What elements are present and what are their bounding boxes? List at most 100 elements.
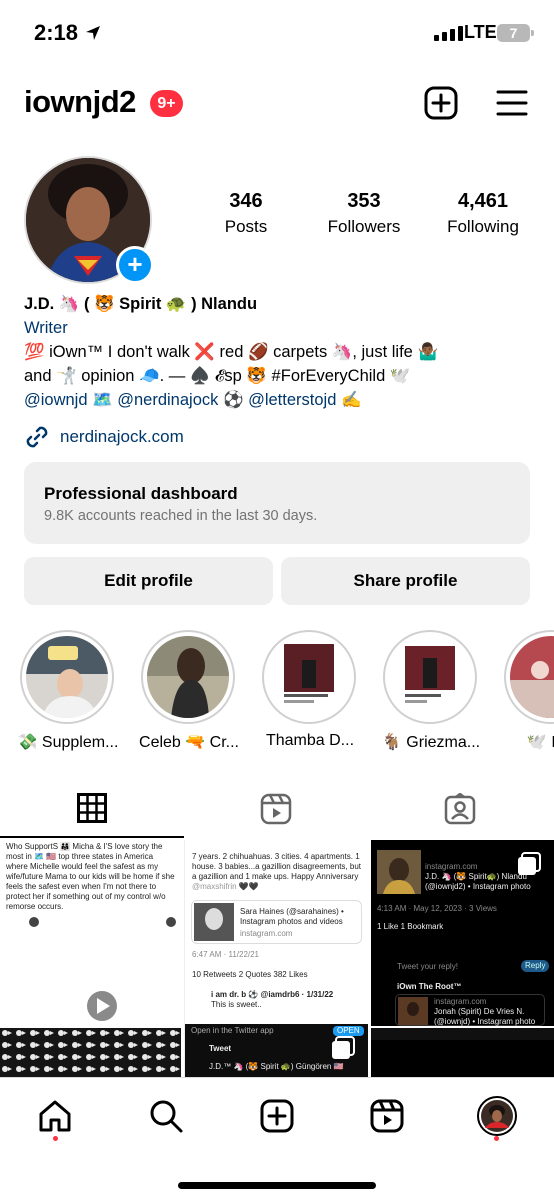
location-arrow-icon [86, 26, 100, 40]
profile-avatar-icon [477, 1096, 517, 1136]
highlight-label: Thamba D... [265, 732, 355, 749]
tweet-author: J.D.™ 🦄 (🐯 Spirit 🐢) Güngören 🇺🇸 [209, 1062, 344, 1071]
status-time: 2:18 [34, 20, 79, 45]
tab-posts-grid[interactable] [0, 780, 184, 838]
home-icon [39, 1100, 71, 1132]
tab-tagged[interactable] [368, 780, 552, 838]
post-time: 4:13 AM · May 12, 2023 · 3 Views [377, 904, 497, 913]
highlight-label: 🐐 Griezma... [381, 734, 481, 751]
dashboard-subtitle: 9.8K accounts reached in the last 30 day… [44, 508, 318, 524]
profile-avatar-container[interactable]: + [24, 156, 154, 284]
following-count[interactable]: 4,461 Following [438, 190, 528, 237]
battery-level: 7 [509, 25, 518, 41]
post-domain: instagram.com [425, 862, 478, 871]
profile-header: iownjd2 9+ [0, 80, 554, 128]
dashboard-title: Professional dashboard [44, 484, 238, 503]
reply-text: This is sweet.. [211, 1000, 262, 1009]
post-thumbnail[interactable]: instagram.com J.D. 🦄 (🐯 Spirit🐢) Nlandu … [371, 840, 554, 1026]
reply-button[interactable]: Reply [521, 960, 550, 972]
profile-activity-dot [494, 1136, 499, 1141]
following-count-label: Following [447, 217, 519, 236]
nav-create[interactable] [257, 1096, 297, 1136]
link-card: Sara Haines (@sarahaines) • Instagram ph… [191, 900, 362, 944]
add-story-button[interactable]: + [116, 246, 154, 284]
battery-icon: 7 [497, 24, 534, 42]
posts-count-value: 346 [229, 190, 263, 212]
followers-count-label: Followers [327, 217, 401, 236]
profile-link-text[interactable]: nerdinajock.com [60, 427, 184, 447]
multi-post-icon [518, 852, 541, 875]
post-caption-text: 7 years. 2 chihuahuas. 3 cities. 4 apart… [192, 852, 361, 881]
highlight-item[interactable]: Thamba D... [262, 630, 358, 750]
home-activity-dot [53, 1136, 58, 1141]
menu-icon[interactable] [496, 88, 528, 118]
highlight-cover[interactable] [20, 630, 114, 724]
profile-category[interactable]: Writer [24, 316, 534, 340]
tab-reels[interactable] [184, 780, 368, 838]
post-thumbnail[interactable] [371, 1028, 554, 1077]
reply-author: i am dr. b ⚽ @iamdrb6 · 1/31/22 [211, 990, 334, 999]
post-thumbnail[interactable]: 7 years. 2 chihuahuas. 3 cities. 4 apart… [184, 840, 368, 1077]
post-thumbnail[interactable] [0, 1028, 181, 1077]
share-profile-button[interactable]: Share profile [281, 557, 530, 605]
reels-icon [260, 793, 292, 825]
link-card: instagram.com Jonah (Spirit) De Vries N.… [395, 994, 545, 1026]
post-stats: 1 Like 1 Bookmark [377, 922, 444, 931]
posts-count-label: Posts [224, 217, 268, 236]
posts-count[interactable]: 346 Posts [206, 190, 286, 237]
bio-line: and 🤺 opinion 🧢. — ♠️ 𝓔sp 🐯 #ForEveryChi… [24, 367, 411, 385]
profile-link[interactable]: nerdinajock.com [24, 424, 184, 450]
highlight-cover[interactable] [383, 630, 477, 724]
twitter-app-banner: Open in the Twitter app OPEN Tweet J.D.™… [185, 1024, 368, 1077]
multi-post-icon [332, 1036, 355, 1059]
status-bar: 2:18 LTE 7 [0, 0, 554, 68]
tweet-header: Tweet [209, 1044, 232, 1053]
highlight-cover[interactable] [141, 630, 235, 724]
display-name: J.D. 🦄 ( 🐯 Spirit 🐢 ) Nlandu [24, 295, 258, 313]
add-post-icon [260, 1099, 294, 1133]
post-author: iOwn The Root™ [397, 982, 462, 991]
professional-dashboard[interactable]: Professional dashboard 9.8K accounts rea… [24, 462, 530, 544]
open-app-text: Open in the Twitter app [191, 1026, 274, 1035]
nav-reels[interactable] [367, 1096, 407, 1136]
highlight-label: Celeb 🔫 Cr... [139, 734, 239, 751]
following-count-value: 4,461 [457, 190, 509, 212]
bio-mentions[interactable]: @iownjd 🗺️ @nerdinajock ⚽ @letterstojd ✍… [24, 388, 534, 412]
reply-prompt: Tweet your reply! [397, 962, 458, 971]
network-type: LTE [464, 22, 497, 42]
highlight-label: 🕊️ Indi [526, 734, 554, 751]
link-card-domain: instagram.com [240, 929, 293, 938]
highlight-item[interactable]: Celeb 🔫 Cr... [139, 630, 239, 752]
signal-icon [434, 26, 463, 41]
followers-count[interactable]: 353 Followers [318, 190, 410, 237]
notification-badge[interactable]: 9+ [150, 90, 183, 117]
post-time: 6:47 AM · 11/22/21 [192, 950, 260, 959]
highlight-cover[interactable] [504, 630, 554, 724]
reels-nav-icon [370, 1099, 404, 1133]
grid-icon [77, 793, 107, 823]
home-indicator[interactable] [178, 1182, 376, 1189]
nav-home[interactable] [35, 1096, 75, 1136]
nav-profile[interactable] [477, 1096, 517, 1136]
open-app-button[interactable]: OPEN [333, 1026, 364, 1036]
post-thumbnail[interactable]: Who SupportS 👨‍👩‍👧 Micha & I'S love stor… [0, 840, 181, 1026]
link-card-domain: instagram.com [434, 997, 487, 1006]
username-switcher[interactable]: iownjd2 [24, 84, 136, 120]
highlight-label: 💸 Supplem... [17, 734, 119, 751]
create-icon[interactable] [424, 86, 458, 120]
followers-count-value: 353 [347, 190, 381, 212]
highlight-cover[interactable] [262, 630, 356, 724]
highlight-item[interactable]: 🕊️ Indi [504, 630, 554, 752]
link-card-title: Sara Haines (@sarahaines) • Instagram ph… [240, 907, 344, 926]
edit-profile-button[interactable]: Edit profile [24, 557, 273, 605]
search-icon [150, 1100, 183, 1133]
post-handle: @maxshifrin 🖤🖤 [192, 882, 259, 891]
link-card-title: Jonah (Spirit) De Vries N. (@iownjd) • I… [434, 1007, 536, 1026]
link-icon [26, 426, 48, 448]
post-stats: 10 Retweets 2 Quotes 382 Likes [192, 970, 308, 979]
story-highlights: 💸 Supplem... Celeb 🔫 Cr... Thamba D... 🐐… [0, 630, 554, 755]
profile-bio: J.D. 🦄 ( 🐯 Spirit 🐢 ) Nlandu Writer 💯 iO… [24, 292, 534, 412]
highlight-item[interactable]: 🐐 Griezma... [382, 630, 480, 752]
highlight-item[interactable]: 💸 Supplem... [18, 630, 118, 752]
nav-search[interactable] [146, 1096, 186, 1136]
